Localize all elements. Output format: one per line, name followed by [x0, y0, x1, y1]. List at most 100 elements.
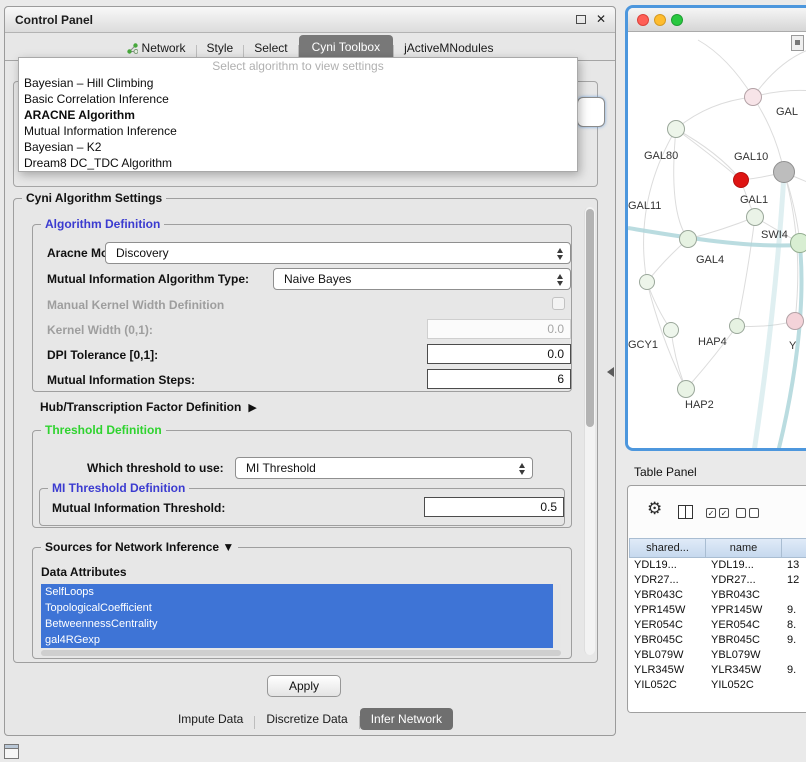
algorithm-option[interactable]: Mutual Information Inference	[19, 123, 577, 139]
apply-button[interactable]: Apply	[267, 675, 341, 697]
network-node[interactable]	[733, 172, 749, 188]
table-row[interactable]: YBR043CYBR043C	[629, 588, 806, 603]
network-node[interactable]	[746, 208, 764, 226]
table-row[interactable]: YIL052CYIL052C	[629, 678, 806, 693]
show-all-columns-icon[interactable]: ✓✓	[706, 508, 729, 518]
mi-steps-field[interactable]: 6	[427, 369, 571, 389]
algorithm-selector-combo-fragment[interactable]	[577, 97, 605, 127]
node-label: SWI4	[761, 229, 788, 241]
algorithm-option[interactable]: Bayesian – K2	[19, 139, 577, 155]
table-row[interactable]: YLR345WYLR345W9.	[629, 663, 806, 678]
tab-label: jActiveMNodules	[404, 41, 493, 55]
network-icon	[127, 43, 138, 54]
node-label: GAL10	[734, 151, 768, 163]
algorithm-definition-title: Algorithm Definition	[41, 217, 164, 231]
attribute-item[interactable]: SelfLoops	[41, 584, 553, 600]
table-cell: 9.	[782, 603, 806, 618]
network-node[interactable]	[729, 318, 745, 334]
minimized-panel-icon[interactable]	[4, 744, 19, 759]
close-icon[interactable]: ✕	[596, 12, 606, 26]
table-header: shared...name	[629, 538, 806, 558]
data-attributes-list[interactable]: SelfLoopsTopologicalCoefficientBetweenne…	[41, 584, 553, 648]
network-node[interactable]	[677, 380, 695, 398]
network-node[interactable]	[744, 88, 762, 106]
aracne-mode-select[interactable]: Discovery	[105, 242, 571, 264]
attribute-item[interactable]: gal4RGexp	[41, 632, 553, 648]
columns-icon[interactable]	[678, 505, 693, 519]
hub-definition-toggle[interactable]: Hub/Transcription Factor Definition ▶	[40, 400, 257, 414]
hub-definition-label: Hub/Transcription Factor Definition	[40, 400, 241, 414]
threshold-definition-title: Threshold Definition	[41, 423, 166, 437]
node-label: GAL1	[740, 194, 768, 206]
splitter-collapse-icon[interactable]	[607, 367, 614, 377]
network-canvas[interactable]: GALGAL80GAL10GAL11GAL1SWI4GAL4GCY1HAP4HA…	[628, 32, 806, 448]
settings-scrollbar[interactable]	[584, 207, 595, 655]
table-panel: ⚙ ✓✓ shared...name YDL19...YDL19...13YDR…	[627, 485, 806, 713]
table-row[interactable]: YER054CYER054C8.	[629, 618, 806, 633]
algorithm-option[interactable]: Bayesian – Hill Climbing	[19, 75, 577, 91]
sources-group-title[interactable]: Sources for Network Inference ▼	[41, 540, 238, 554]
bottom-tab-infer-network[interactable]: Infer Network	[360, 708, 453, 730]
traffic-minimize-icon[interactable]	[654, 14, 666, 26]
attributes-vscrollbar[interactable]	[553, 584, 561, 648]
network-window-titlebar[interactable]	[628, 8, 806, 32]
bottom-tab-discretize-data[interactable]: Discretize Data	[255, 708, 358, 730]
table-row[interactable]: YDR27...YDR27...12	[629, 573, 806, 588]
mi-threshold-field[interactable]: 0.5	[424, 497, 564, 517]
empty-box-icon	[736, 508, 746, 518]
which-threshold-select[interactable]: MI Threshold	[235, 457, 533, 479]
network-node[interactable]	[679, 230, 697, 248]
hide-all-columns-icon[interactable]	[736, 508, 759, 518]
tab-label: Cyni Toolbox	[312, 40, 380, 54]
attribute-item[interactable]: BetweennessCentrality	[41, 616, 553, 632]
dropdown-arrows-icon	[519, 463, 525, 475]
birdseye-toggle-icon[interactable]	[791, 35, 804, 51]
table-row[interactable]: YBR045CYBR045C9.	[629, 633, 806, 648]
traffic-close-icon[interactable]	[637, 14, 649, 26]
table-cell: YDL19...	[629, 558, 706, 573]
table-row[interactable]: YPR145WYPR145W9.	[629, 603, 806, 618]
table-row[interactable]: YBL079WYBL079W	[629, 648, 806, 663]
kernel-width-field: 0.0	[427, 319, 571, 339]
network-node[interactable]	[786, 312, 804, 330]
network-node[interactable]	[639, 274, 655, 290]
algorithm-definition-group: Algorithm Definition Aracne Mode: Discov…	[32, 224, 572, 392]
mi-type-select[interactable]: Naive Bayes	[273, 268, 571, 290]
column-header[interactable]: shared...	[629, 538, 706, 558]
table-cell: YER054C	[706, 618, 782, 633]
table-cell: YLR345W	[706, 663, 782, 678]
algorithm-option[interactable]: Basic Correlation Inference	[19, 91, 577, 107]
bottom-tab-impute-data[interactable]: Impute Data	[167, 708, 254, 730]
table-cell: YDR27...	[706, 573, 782, 588]
network-node[interactable]	[773, 161, 795, 183]
dropdown-arrows-icon	[557, 248, 563, 260]
chevron-down-icon: ▼	[222, 540, 234, 554]
algorithm-option[interactable]: ARACNE Algorithm	[19, 107, 577, 123]
network-node[interactable]	[790, 233, 806, 253]
table-row[interactable]: YDL19...YDL19...13	[629, 558, 806, 573]
dpi-tolerance-field[interactable]: 0.0	[427, 344, 571, 364]
table-cell: YBR045C	[706, 633, 782, 648]
mi-threshold-label: Mutual Information Threshold:	[52, 501, 225, 515]
table-cell: 8.	[782, 618, 806, 633]
table-panel-title: Table Panel	[634, 465, 697, 479]
column-header[interactable]: name	[706, 538, 782, 558]
attribute-item[interactable]: TopologicalCoefficient	[41, 600, 553, 616]
gear-icon[interactable]: ⚙	[647, 499, 662, 519]
float-window-icon[interactable]	[576, 15, 586, 24]
settings-scrollbar-thumb[interactable]	[586, 209, 594, 427]
attributes-hscrollbar[interactable]	[41, 650, 561, 656]
mi-threshold-group-title: MI Threshold Definition	[48, 481, 189, 495]
table-cell: YPR145W	[629, 603, 706, 618]
column-header[interactable]	[782, 538, 806, 558]
traffic-zoom-icon[interactable]	[671, 14, 683, 26]
table-cell	[782, 588, 806, 603]
network-node[interactable]	[667, 120, 685, 138]
table-cell: YIL052C	[629, 678, 706, 693]
dpi-tolerance-label: DPI Tolerance [0,1]:	[47, 348, 158, 362]
table-cell: YBL079W	[629, 648, 706, 663]
algorithm-option[interactable]: Dream8 DC_TDC Algorithm	[19, 155, 577, 171]
aracne-mode-value: Discovery	[116, 246, 169, 260]
network-view-window: GALGAL80GAL10GAL11GAL1SWI4GAL4GCY1HAP4HA…	[625, 5, 806, 451]
network-node[interactable]	[663, 322, 679, 338]
